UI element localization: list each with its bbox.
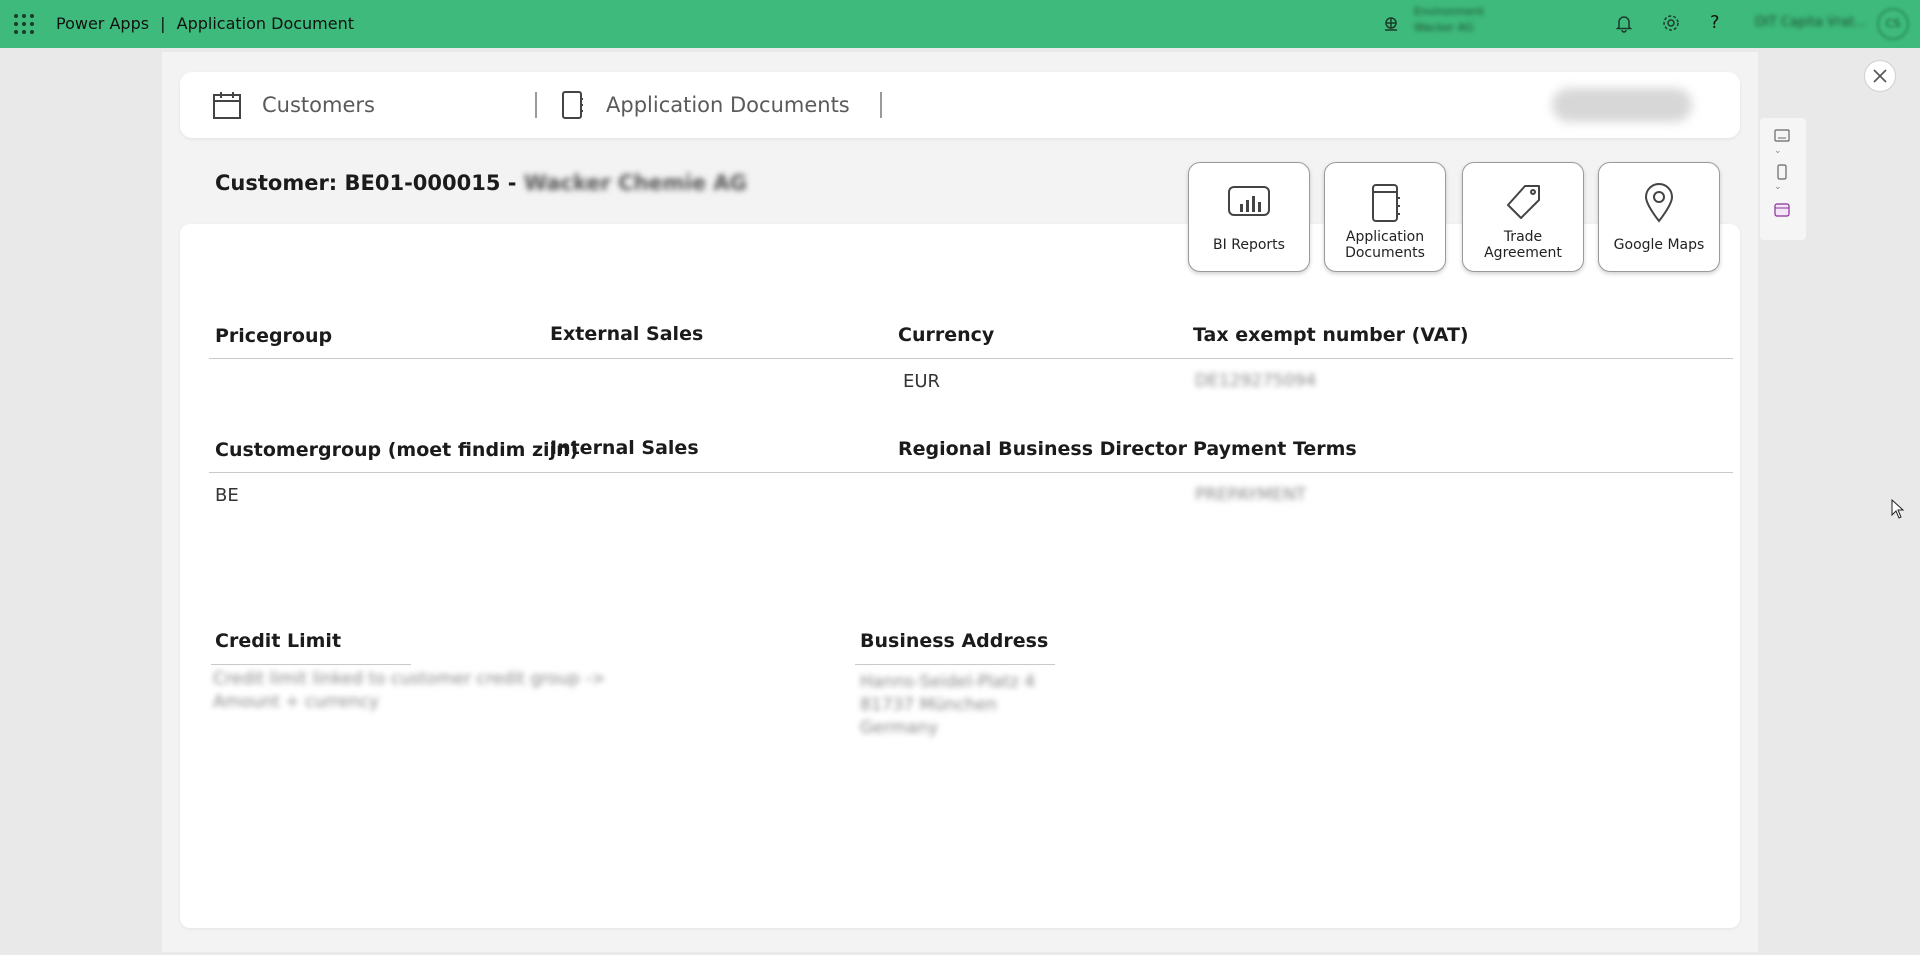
title-separator: | <box>160 14 166 33</box>
vat-label: Tax exempt number (VAT) <box>1193 324 1469 346</box>
calendar-view-icon[interactable] <box>1774 202 1790 221</box>
customergroup-label: Customergroup (moet findim zijn) <box>215 439 579 461</box>
mouse-cursor-icon <box>1891 498 1905 523</box>
bi-reports-button[interactable]: BI Reports <box>1188 162 1310 272</box>
blurred-control[interactable] <box>1552 88 1692 122</box>
tablet-landscape-icon[interactable] <box>1774 128 1790 147</box>
notifications-bell-icon[interactable] <box>1614 13 1634 37</box>
external-sales-label: External Sales <box>550 323 704 345</box>
vat-value: DE129275094 <box>1195 371 1317 391</box>
application-documents-button[interactable]: Application Documents <box>1324 162 1446 272</box>
notebook-icon <box>1370 181 1400 225</box>
map-pin-icon <box>1644 181 1674 225</box>
environment-icon[interactable] <box>1382 15 1400 37</box>
chevron-down-icon: ⌄ <box>1774 146 1782 156</box>
environment-selector[interactable]: Environment Wacker AG <box>1414 4 1484 36</box>
tab-customers[interactable]: Customers <box>212 72 375 138</box>
calendar-icon <box>212 90 242 120</box>
customergroup-value: BE <box>215 485 239 506</box>
chevron-down-icon: ⌄ <box>1774 182 1782 192</box>
google-maps-label: Google Maps <box>1613 237 1705 253</box>
business-address-divider <box>855 664 1055 665</box>
customer-id: Customer: BE01-000015 - <box>215 171 524 195</box>
bi-reports-label: BI Reports <box>1213 237 1285 253</box>
app-title: Power Apps | Application Document <box>56 14 354 33</box>
row-divider <box>209 472 1733 473</box>
tag-icon <box>1503 181 1543 225</box>
currency-label: Currency <box>898 324 995 346</box>
row-divider <box>209 358 1733 359</box>
settings-gear-icon[interactable] <box>1661 13 1681 37</box>
nav-divider <box>535 92 537 118</box>
business-address-value: Hanns-Seidel-Platz 4 81737 München Germa… <box>860 672 1036 738</box>
avatar[interactable]: CS <box>1877 8 1909 40</box>
tab-customers-label: Customers <box>262 93 375 117</box>
trade-agreement-label: Trade Agreement <box>1484 229 1562 261</box>
payment-terms-value: PREPAYMENT <box>1195 485 1307 505</box>
phone-icon[interactable] <box>1774 164 1790 184</box>
google-maps-button[interactable]: Google Maps <box>1598 162 1720 272</box>
tab-application-documents-label: Application Documents <box>606 93 850 117</box>
close-button[interactable] <box>1864 60 1896 92</box>
brand-label: Power Apps <box>56 14 150 33</box>
credit-limit-label: Credit Limit <box>215 630 342 652</box>
tab-application-documents[interactable]: Application Documents <box>560 72 850 138</box>
payment-terms-label: Payment Terms <box>1193 438 1357 460</box>
credit-limit-value: Credit limit linked to customer credit g… <box>213 669 606 712</box>
help-question-icon[interactable]: ? <box>1710 12 1720 33</box>
nav-divider <box>880 92 882 118</box>
regional-business-director-label: Regional Business Director <box>898 438 1187 460</box>
app-launcher-icon[interactable] <box>14 14 34 34</box>
trade-agreement-button[interactable]: Trade Agreement <box>1462 162 1584 272</box>
internal-sales-label: Internal Sales <box>550 437 699 459</box>
top-navigation: Customers Application Documents <box>180 72 1740 138</box>
close-icon <box>1873 69 1887 83</box>
bar-chart-icon <box>1228 181 1270 225</box>
top-bar: Power Apps | Application Document Enviro… <box>0 0 1920 48</box>
pricegroup-label: Pricegroup <box>215 325 333 347</box>
screen-size-rail: ⌄ ⌄ <box>1760 118 1806 240</box>
notebook-icon <box>560 90 584 120</box>
currency-value: EUR <box>903 371 941 392</box>
app-name: Application Document <box>176 14 355 33</box>
business-address-label: Business Address <box>860 630 1049 652</box>
environment-name: Wacker AG <box>1414 21 1474 34</box>
user-name[interactable]: DIT Capita Vrat... <box>1755 15 1867 30</box>
customer-name: Wacker Chemie AG <box>523 171 747 195</box>
application-documents-label: Application Documents <box>1345 229 1425 261</box>
page-title: Customer: BE01-000015 - Wacker Chemie AG <box>215 171 747 195</box>
environment-label: Environment <box>1414 5 1485 18</box>
credit-limit-divider <box>211 664 411 665</box>
